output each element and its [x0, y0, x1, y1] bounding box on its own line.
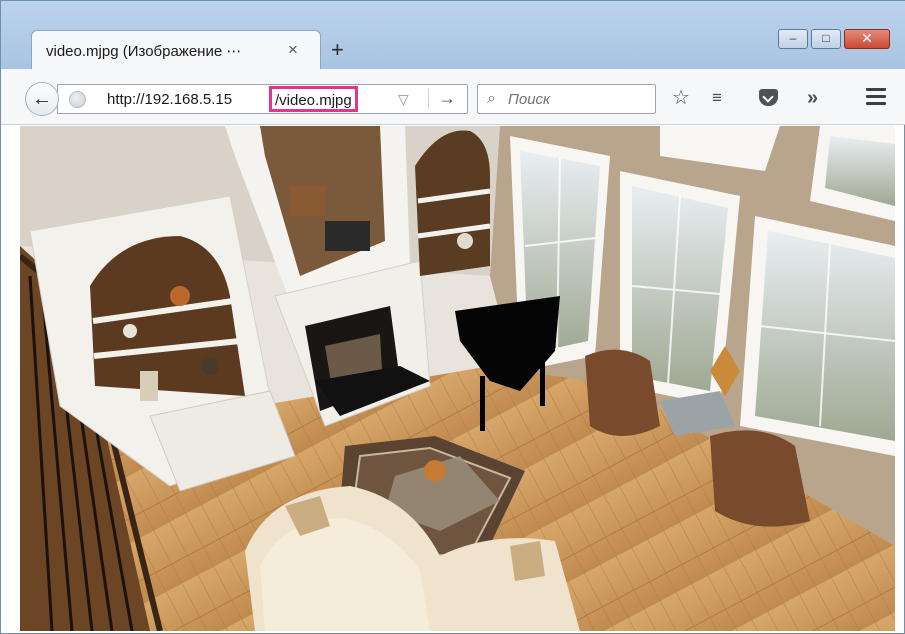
close-window-button[interactable]: ✕	[844, 29, 890, 49]
tab-title: video.mjpg (Изображение ⋯	[46, 43, 242, 60]
tab-close-icon[interactable]: ×	[288, 40, 298, 60]
search-bar[interactable]: ⌕	[477, 84, 656, 114]
url-bar[interactable]: http://192.168.5.15 /video.mjpg ▽ →	[57, 84, 468, 114]
mjpeg-video-frame	[20, 126, 895, 631]
maximize-icon: □	[822, 31, 830, 45]
window-controls: – □ ✕	[775, 29, 890, 49]
tab-strip: video.mjpg (Изображение ⋯ × + – □ ✕	[1, 1, 905, 69]
dropmarker-icon[interactable]: ▽	[398, 91, 409, 108]
maximize-button[interactable]: □	[811, 29, 841, 49]
pocket-icon[interactable]	[759, 89, 778, 106]
url-host-text: http://192.168.5.15	[107, 91, 233, 108]
back-button[interactable]: ←	[25, 82, 59, 116]
bookmark-star-icon[interactable]: ☆	[672, 87, 690, 109]
navigation-toolbar: http://192.168.5.15 /video.mjpg ▽ → ← ⌕ …	[1, 69, 905, 125]
tab-video-mjpg[interactable]: video.mjpg (Изображение ⋯ ×	[31, 30, 321, 69]
minimize-button[interactable]: –	[778, 29, 808, 49]
overflow-icon[interactable]: »	[807, 87, 818, 109]
globe-icon[interactable]	[69, 91, 86, 108]
minimize-icon: –	[789, 31, 797, 45]
reading-list-icon[interactable]: ≡	[712, 87, 722, 109]
url-bar-divider	[428, 89, 429, 109]
back-arrow-icon: ←	[32, 88, 52, 110]
search-icon: ⌕	[487, 90, 496, 107]
hamburger-menu-icon[interactable]	[866, 88, 888, 106]
close-icon: ✕	[861, 30, 873, 46]
new-tab-icon[interactable]: +	[331, 37, 344, 63]
url-path-highlighted: /video.mjpg	[269, 86, 358, 112]
search-input[interactable]	[508, 88, 648, 110]
living-room-image	[20, 126, 895, 631]
browser-window: video.mjpg (Изображение ⋯ × + – □ ✕ http…	[0, 0, 905, 634]
go-arrow-icon[interactable]: →	[438, 88, 456, 109]
